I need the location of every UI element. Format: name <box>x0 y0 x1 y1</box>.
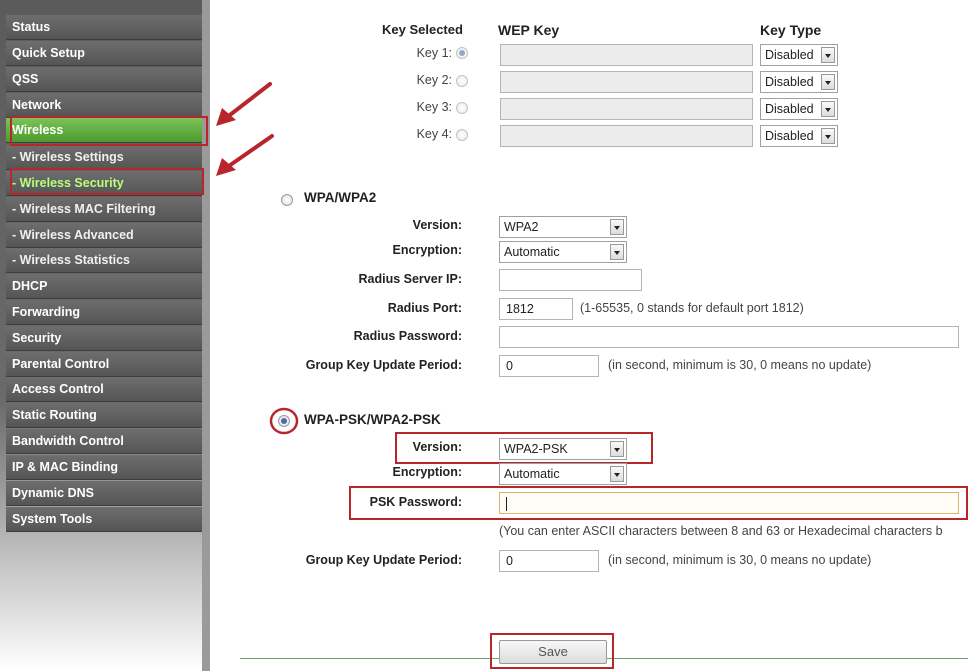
key3-type-value: Disabled <box>765 102 814 116</box>
psk-group-key-update-note: (in second, minimum is 30, 0 means no up… <box>608 553 872 567</box>
key3-radio[interactable] <box>456 102 468 114</box>
radius-password-label: Radius Password: <box>353 329 462 343</box>
key3-type-select[interactable]: Disabled <box>760 98 838 120</box>
psk-version-label: Version: <box>412 440 462 454</box>
text-cursor <box>506 496 507 511</box>
wpa-encryption-select[interactable]: Automatic <box>499 241 627 263</box>
wpa-group-key-update-label: Group Key Update Period: <box>305 358 462 372</box>
wpa-wpa2-title: WPA/WPA2 <box>304 190 377 205</box>
key4-radio[interactable] <box>456 129 468 141</box>
wpa-group-key-update-input[interactable]: 0 <box>499 355 599 377</box>
sidebar-item-wireless-advanced[interactable]: - Wireless Advanced <box>6 223 202 248</box>
sidebar-item-static-routing[interactable]: Static Routing <box>6 403 202 428</box>
key1-input[interactable] <box>500 44 753 66</box>
key1-type-select[interactable]: Disabled <box>760 44 838 66</box>
psk-version-value: WPA2-PSK <box>504 442 568 456</box>
psk-encryption-value: Automatic <box>504 467 560 481</box>
chevron-down-icon <box>821 101 835 117</box>
wpa-group-key-update-note: (in second, minimum is 30, 0 means no up… <box>608 358 872 372</box>
sidebar-item-wireless-security[interactable]: - Wireless Security <box>6 171 202 196</box>
psk-password-note: (You can enter ASCII characters between … <box>499 524 943 538</box>
wpa-version-value: WPA2 <box>504 220 539 234</box>
sidebar-item-forwarding[interactable]: Forwarding <box>6 300 202 325</box>
key1-type-value: Disabled <box>765 48 814 62</box>
psk-encryption-label: Encryption: <box>392 465 462 479</box>
sidebar-item-wireless-statistics[interactable]: - Wireless Statistics <box>6 248 202 273</box>
chevron-down-icon <box>610 219 624 235</box>
radius-server-ip-label: Radius Server IP: <box>358 272 462 286</box>
sidebar-item-dynamic-dns[interactable]: Dynamic DNS <box>6 481 202 506</box>
col-key-selected-header: Key Selected <box>382 22 463 37</box>
wpa-encryption-value: Automatic <box>504 245 560 259</box>
psk-password-input[interactable] <box>499 492 959 514</box>
key2-label: Key 2: <box>416 73 452 87</box>
key4-input[interactable] <box>500 125 753 147</box>
sidebar: Status Quick Setup QSS Network Wireless … <box>0 0 210 671</box>
key2-radio[interactable] <box>456 75 468 87</box>
key2-type-value: Disabled <box>765 75 814 89</box>
sidebar-item-wireless[interactable]: Wireless <box>6 118 202 143</box>
sidebar-item-ip-mac-binding[interactable]: IP & MAC Binding <box>6 455 202 480</box>
psk-password-label: PSK Password: <box>369 495 462 509</box>
key4-type-value: Disabled <box>765 129 814 143</box>
arrow-icon <box>216 134 274 176</box>
wpa-encryption-label: Encryption: <box>392 243 462 257</box>
sidebar-item-wireless-settings[interactable]: - Wireless Settings <box>6 145 202 170</box>
chevron-down-icon <box>821 74 835 90</box>
wpa-psk-title: WPA-PSK/WPA2-PSK <box>304 412 441 427</box>
key4-label: Key 4: <box>416 127 452 141</box>
chevron-down-icon <box>610 441 624 457</box>
radius-password-input[interactable] <box>499 326 959 348</box>
key3-input[interactable] <box>500 98 753 120</box>
radius-server-ip-input[interactable] <box>499 269 642 291</box>
radius-port-label: Radius Port: <box>387 301 462 315</box>
chevron-down-icon <box>821 128 835 144</box>
psk-encryption-select[interactable]: Automatic <box>499 463 627 485</box>
wpa-psk-radio[interactable] <box>278 415 290 427</box>
sidebar-item-status[interactable]: Status <box>6 15 202 40</box>
sidebar-item-wireless-mac-filtering[interactable]: - Wireless MAC Filtering <box>6 197 202 222</box>
chevron-down-icon <box>821 47 835 63</box>
key2-input[interactable] <box>500 71 753 93</box>
chevron-down-icon <box>610 244 624 260</box>
sidebar-item-parental-control[interactable]: Parental Control <box>6 352 202 377</box>
sidebar-item-quick-setup[interactable]: Quick Setup <box>6 41 202 66</box>
arrow-icon <box>216 82 272 126</box>
key1-radio[interactable] <box>456 47 468 59</box>
wpa-wpa2-radio[interactable] <box>281 194 293 206</box>
chevron-down-icon <box>610 466 624 482</box>
key2-type-select[interactable]: Disabled <box>760 71 838 93</box>
sidebar-item-security[interactable]: Security <box>6 326 202 351</box>
psk-group-key-update-label: Group Key Update Period: <box>305 553 462 567</box>
radius-port-input[interactable]: 1812 <box>499 298 573 320</box>
sidebar-item-system-tools[interactable]: System Tools <box>6 507 202 532</box>
sidebar-rail <box>202 0 210 671</box>
wpa-version-select[interactable]: WPA2 <box>499 216 627 238</box>
key1-label: Key 1: <box>416 46 452 60</box>
sidebar-item-qss[interactable]: QSS <box>6 67 202 92</box>
wpa-version-label: Version: <box>412 218 462 232</box>
sidebar-item-dhcp[interactable]: DHCP <box>6 274 202 299</box>
key4-type-select[interactable]: Disabled <box>760 125 838 147</box>
sidebar-item-network[interactable]: Network <box>6 93 202 118</box>
sidebar-item-bandwidth-control[interactable]: Bandwidth Control <box>6 429 202 454</box>
psk-group-key-update-input[interactable]: 0 <box>499 550 599 572</box>
sidebar-item-access-control[interactable]: Access Control <box>6 377 202 402</box>
col-key-type-header: Key Type <box>760 22 822 38</box>
psk-version-select[interactable]: WPA2-PSK <box>499 438 627 460</box>
save-button[interactable]: Save <box>499 640 607 664</box>
radius-port-note: (1-65535, 0 stands for default port 1812… <box>580 301 804 315</box>
col-wep-key-header: WEP Key <box>498 22 560 38</box>
key3-label: Key 3: <box>416 100 452 114</box>
